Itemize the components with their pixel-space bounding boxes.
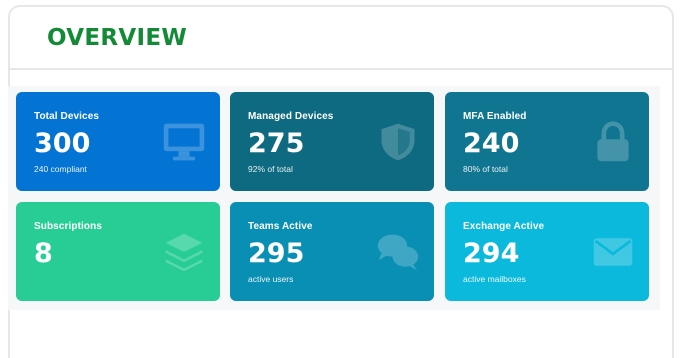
card-subtext: 80% of total [463,164,508,174]
shield-icon [376,121,420,163]
envelope-icon [591,231,635,273]
stat-card-exchange-active[interactable]: Exchange Active 294 active mailboxes [445,202,649,301]
chat-bubbles-icon [376,231,420,273]
stat-card-teams-active[interactable]: Teams Active 295 active users [230,202,434,301]
card-subtext: active mailboxes [463,274,526,284]
card-value: 300 [34,128,91,159]
stat-card-total-devices[interactable]: Total Devices 300 240 compliant [16,92,220,191]
monitor-icon [162,121,206,163]
card-label: Exchange Active [463,221,545,232]
card-value: 295 [248,238,305,269]
card-value: 240 [463,128,520,159]
card-subtext: 92% of total [248,164,293,174]
stat-card-mfa-enabled[interactable]: MFA Enabled 240 80% of total [445,92,649,191]
card-label: Total Devices [34,111,100,122]
card-value: 275 [248,128,305,159]
card-label: Managed Devices [248,111,334,122]
panel-header: OVERVIEW [10,7,672,70]
card-subtext: active users [248,274,294,284]
card-value: 8 [34,238,53,269]
card-value: 294 [463,238,520,269]
card-subtext: 240 compliant [34,164,87,174]
card-label: MFA Enabled [463,111,527,122]
stats-grid: Total Devices 300 240 compliant Managed … [8,86,660,310]
lock-icon [591,121,635,163]
layers-icon [162,231,206,273]
card-label: Teams Active [248,221,313,232]
stat-card-subscriptions[interactable]: Subscriptions 8 [16,202,220,301]
card-label: Subscriptions [34,221,102,232]
page-title: OVERVIEW [47,25,187,51]
stat-card-managed-devices[interactable]: Managed Devices 275 92% of total [230,92,434,191]
